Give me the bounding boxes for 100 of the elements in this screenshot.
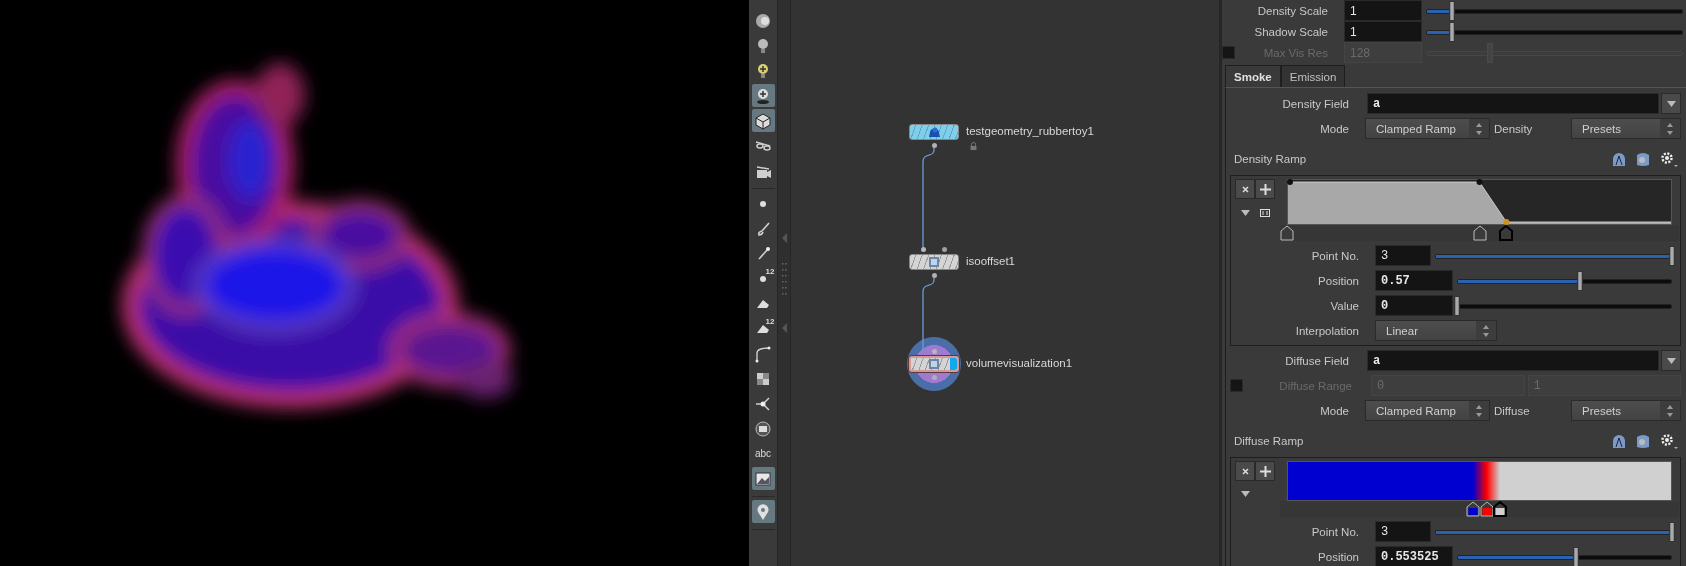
ramp-key-track[interactable] (1280, 225, 1679, 241)
color-ramp[interactable] (1287, 461, 1672, 501)
sphere-icon (754, 11, 772, 30)
arch-icon[interactable] (1611, 433, 1627, 449)
field-label: Point No. (1310, 525, 1360, 538)
slider-handle[interactable] (1448, 21, 1455, 42)
slider-handle[interactable] (1669, 245, 1675, 266)
number-field[interactable]: 1 (1344, 21, 1422, 42)
node-tile[interactable] (909, 124, 959, 140)
input-port[interactable] (920, 246, 926, 252)
caret-icon (1666, 357, 1676, 364)
list-circle-icon (754, 419, 772, 438)
field-label: Interpolation (1294, 324, 1360, 337)
ramp-curve-drawing[interactable] (1287, 179, 1672, 225)
presets-menu[interactable]: Presets (1571, 400, 1681, 421)
up-down-arrows-icon (1666, 403, 1674, 418)
node-label: isooffset1 (966, 255, 1015, 267)
up-down-arrows-icon (1475, 121, 1483, 136)
text-field[interactable]: a (1367, 93, 1659, 114)
curve-icon (754, 344, 772, 363)
number-field[interactable]: 1 (1344, 0, 1422, 21)
dot-icon (760, 200, 766, 207)
plus-icon (1259, 465, 1271, 477)
ramp-key-marker[interactable] (1499, 225, 1514, 241)
shelf-tool-button[interactable] (751, 467, 775, 490)
number-field[interactable]: 0 (1375, 295, 1453, 316)
text-field[interactable]: a (1367, 350, 1659, 371)
field-label: Point No. (1310, 249, 1360, 262)
node-label: volumevisualization1 (966, 357, 1073, 369)
shape-icon (757, 299, 769, 308)
dropdown-button[interactable] (1661, 350, 1681, 371)
input-port[interactable] (931, 348, 937, 354)
node-type-icon (928, 256, 940, 268)
preset-label: Density (1493, 122, 1534, 135)
slider-handle[interactable] (1576, 270, 1583, 291)
ramp-key-marker[interactable] (1493, 501, 1508, 517)
node-tile[interactable] (909, 254, 959, 270)
ramp-key-marker[interactable] (1465, 501, 1480, 517)
number-field[interactable]: 0.57 (1375, 270, 1453, 291)
output-port[interactable] (931, 142, 937, 148)
field-label: Mode (1319, 404, 1350, 417)
slider-handle[interactable] (1454, 295, 1460, 316)
number-field[interactable]: 3 (1375, 245, 1431, 266)
field-label: Mode (1319, 122, 1350, 135)
up-down-arrows-icon (1482, 323, 1490, 338)
pane-grip-icon[interactable] (781, 233, 787, 333)
caret-icon (1241, 210, 1250, 216)
settings-icon[interactable] (1659, 432, 1679, 450)
slider-handle[interactable] (1448, 0, 1455, 21)
shelf-tool-button[interactable]: abc (751, 442, 775, 465)
number-field[interactable]: 3 (1375, 521, 1431, 542)
dropdown-button[interactable] (1661, 93, 1681, 114)
settings-icon[interactable] (1659, 150, 1679, 168)
image-icon (754, 469, 772, 488)
add-key-button[interactable] (1255, 461, 1275, 481)
shelf-tool-button[interactable]: 12 (751, 267, 775, 290)
field-label: Value (1329, 299, 1360, 312)
frame-icon[interactable] (1260, 209, 1270, 217)
presets-menu[interactable]: Presets (1571, 118, 1681, 139)
tab[interactable]: Smoke (1225, 65, 1281, 87)
shelf-tool-button[interactable] (751, 109, 775, 132)
remove-key-button[interactable] (1235, 179, 1255, 199)
close-icon (1241, 467, 1249, 475)
field-label: Position (1317, 274, 1360, 287)
field-label: Density Field (1281, 97, 1350, 110)
node-type-icon (928, 358, 940, 370)
shelf-tool-button[interactable] (751, 84, 775, 107)
cube-icon (754, 111, 772, 130)
ramp-key-marker[interactable] (1472, 225, 1487, 241)
mode-menu[interactable]: Clamped Ramp (1365, 118, 1490, 139)
ramp-swatch-icon[interactable] (1635, 433, 1651, 449)
add-key-button[interactable] (1255, 179, 1275, 199)
tab[interactable]: Emission (1280, 65, 1346, 87)
caret-icon (1666, 100, 1676, 107)
glasses-icon (754, 140, 772, 151)
ramp-swatch-icon[interactable] (1635, 151, 1651, 167)
field-label: Shadow Scale (1253, 25, 1329, 38)
ramp-key-marker[interactable] (1280, 225, 1294, 241)
field-label: Diffuse Field (1284, 354, 1350, 367)
shelf-tool-button[interactable] (751, 500, 775, 523)
remove-key-button[interactable] (1235, 461, 1255, 481)
ramp-key-marker[interactable] (1479, 501, 1494, 517)
number-field[interactable]: 0.553525 (1375, 546, 1453, 566)
field-label: Density Scale (1256, 4, 1329, 17)
up-down-arrows-icon (1666, 121, 1674, 136)
arch-icon[interactable] (1611, 151, 1627, 167)
preset-label: Diffuse (1493, 404, 1531, 417)
shelf-tool-button[interactable]: 12 (751, 317, 775, 340)
slider-handle[interactable] (1573, 546, 1579, 566)
up-down-arrows-icon (1475, 403, 1483, 418)
caret-icon (1241, 491, 1250, 497)
slider-handle[interactable] (1669, 521, 1675, 542)
lightbulb-icon (754, 86, 772, 105)
mode-menu[interactable]: Clamped Ramp (1365, 400, 1490, 421)
ramp-key-track[interactable] (1280, 501, 1679, 517)
output-port[interactable] (931, 272, 937, 278)
interpolation-menu[interactable]: Linear (1375, 320, 1497, 341)
close-icon (1241, 185, 1249, 193)
node-tile[interactable] (909, 356, 959, 372)
input-port[interactable] (941, 246, 947, 252)
